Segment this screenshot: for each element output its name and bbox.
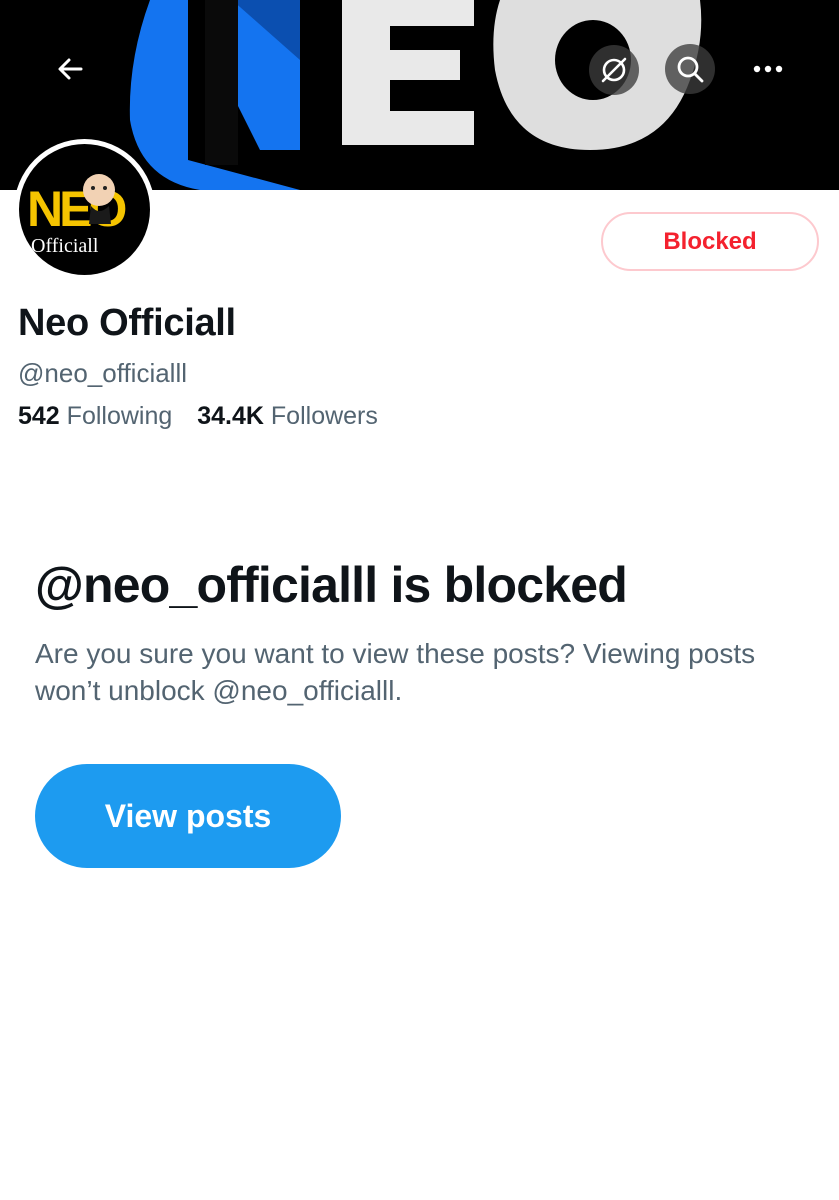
grok-button[interactable]	[589, 45, 639, 95]
followers-link[interactable]: 34.4K Followers	[197, 398, 378, 434]
following-link[interactable]: 542 Following	[18, 398, 172, 434]
avatar[interactable]: NEO Officiall	[14, 139, 155, 280]
blocked-button-label: Blocked	[663, 227, 757, 255]
following-label: Following	[66, 402, 173, 430]
avatar-caption: Officiall	[31, 235, 99, 257]
blocked-notice-description: Are you sure you want to view these post…	[35, 638, 756, 706]
search-button[interactable]	[665, 44, 715, 94]
blocked-button[interactable]: Blocked	[601, 212, 819, 271]
display-name: Neo Officiall	[18, 302, 236, 344]
grok-slash-icon	[601, 57, 627, 83]
more-options-button[interactable]	[743, 44, 793, 94]
profile-stats: 542 Following 34.4K Followers	[18, 398, 378, 434]
profile-handle: @neo_officialll	[18, 358, 188, 388]
back-button[interactable]	[45, 44, 95, 94]
following-count: 542	[18, 402, 60, 430]
followers-label: Followers	[270, 402, 378, 430]
more-horizontal-icon	[753, 65, 783, 73]
followers-count: 34.4K	[197, 402, 264, 430]
search-icon	[677, 56, 704, 83]
avatar-image: NEO Officiall	[19, 144, 150, 275]
view-posts-label: View posts	[104, 797, 272, 834]
view-posts-button[interactable]: View posts	[35, 764, 341, 868]
blocked-notice-title: @neo_officialll is blocked	[35, 557, 628, 613]
arrow-left-icon	[58, 58, 83, 80]
neo-avatar-logo: NEO Officiall	[27, 174, 129, 257]
